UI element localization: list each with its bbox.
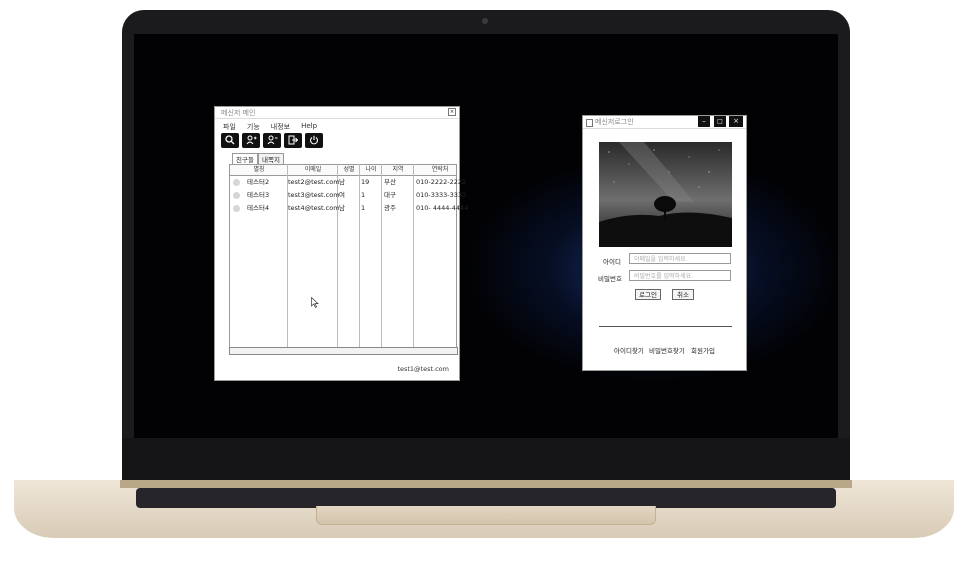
logout-icon[interactable]	[284, 133, 302, 148]
divider	[599, 326, 732, 327]
row-nickname: 테스터2	[247, 178, 270, 186]
row-gender: 여	[339, 191, 345, 199]
col-nickname[interactable]: 별칭	[230, 165, 288, 175]
close-icon[interactable]: ×	[729, 116, 743, 127]
id-label: 아이디	[603, 258, 621, 266]
laptop-bezel-bottom	[122, 438, 850, 482]
table-row[interactable]: 테스터3 test3@test.com 여 1 대구 010-3333-3333	[229, 189, 466, 201]
row-phone: 010-2222-2222	[416, 178, 467, 186]
row-region: 광주	[384, 204, 396, 212]
close-icon[interactable]: ×	[448, 108, 456, 116]
minimize-icon[interactable]: –	[698, 116, 710, 127]
password-label: 비밀번호	[598, 275, 622, 283]
signup-link[interactable]: 회원가입	[691, 345, 715, 355]
login-banner-image	[599, 142, 732, 247]
status-dot	[233, 179, 240, 186]
col-email[interactable]: 이메일	[288, 165, 338, 175]
login-button[interactable]: 로그인	[635, 289, 661, 300]
col-phone[interactable]: 연락처	[414, 165, 466, 175]
keyboard	[136, 488, 836, 508]
row-email: test2@test.com	[288, 178, 340, 186]
row-age: 19	[361, 178, 370, 186]
search-icon[interactable]	[221, 133, 239, 148]
login-title-bar[interactable]: 메신저로그인 – □ ×	[583, 116, 746, 129]
id-input[interactable]: 이메일을 입력하세요.	[629, 253, 731, 264]
main-title-bar[interactable]: 메신저 메인 ×	[215, 107, 459, 119]
menu-bar: 파일 기능 내정보 Help	[223, 122, 317, 132]
login-window-title: 메신저로그인	[595, 118, 634, 126]
remove-friend-icon[interactable]	[263, 133, 281, 148]
row-gender: 남	[339, 204, 345, 212]
menu-function[interactable]: 기능	[247, 122, 260, 132]
app-icon	[586, 119, 593, 127]
find-password-link[interactable]: 비밀번호찾기	[649, 345, 685, 355]
password-input[interactable]: 비밀번호를 입력하세요.	[629, 270, 731, 281]
menu-file[interactable]: 파일	[223, 122, 236, 132]
row-age: 1	[361, 204, 366, 212]
maximize-icon[interactable]: □	[714, 116, 726, 127]
row-email: test4@test.com	[288, 204, 340, 212]
row-phone: 010- 4444-4444	[416, 204, 469, 212]
menu-my-info[interactable]: 내정보	[271, 122, 290, 132]
row-email: test3@test.com	[288, 191, 340, 199]
webcam	[482, 18, 488, 24]
messenger-main-window: 메신저 메인 × 파일 기능 내정보 Help 친구들 내쪽지 별칭 이메일 성…	[214, 106, 468, 381]
mouse-cursor-icon	[311, 297, 319, 308]
add-friend-icon[interactable]	[242, 133, 260, 148]
row-nickname: 테스터4	[247, 204, 270, 212]
col-gender[interactable]: 성별	[338, 165, 360, 175]
status-user-email: test1@test.com	[397, 365, 449, 373]
table-row[interactable]: 테스터4 test4@test.com 남 1 광주 010- 4444-444…	[229, 202, 468, 214]
row-nickname: 테스터3	[247, 191, 270, 199]
row-region: 대구	[384, 191, 396, 199]
status-dot	[233, 192, 240, 199]
horizontal-scrollbar[interactable]	[229, 347, 458, 355]
table-row[interactable]: 테스터2 test2@test.com 남 19 부산 010-2222-222…	[229, 176, 466, 188]
laptop-hinge	[120, 480, 852, 488]
col-region[interactable]: 지역	[382, 165, 414, 175]
power-icon[interactable]	[305, 133, 323, 148]
row-phone: 010-3333-3333	[416, 191, 467, 199]
table-header: 별칭 이메일 성별 나이 지역 연락처	[229, 164, 457, 176]
find-id-link[interactable]: 아이디찾기	[614, 345, 644, 355]
row-region: 부산	[384, 178, 396, 186]
row-gender: 남	[339, 178, 345, 186]
cancel-button[interactable]: 취소	[672, 289, 694, 300]
main-window-title: 메신저 메인	[221, 109, 256, 117]
status-dot	[233, 205, 240, 212]
login-window: 메신저로그인 – □ × 아이디 이메일을 입력하세요. 비밀번호 비밀번호를 …	[582, 115, 747, 371]
row-age: 1	[361, 191, 366, 199]
menu-help[interactable]: Help	[301, 122, 317, 132]
touchpad	[316, 506, 656, 525]
col-age[interactable]: 나이	[360, 165, 382, 175]
